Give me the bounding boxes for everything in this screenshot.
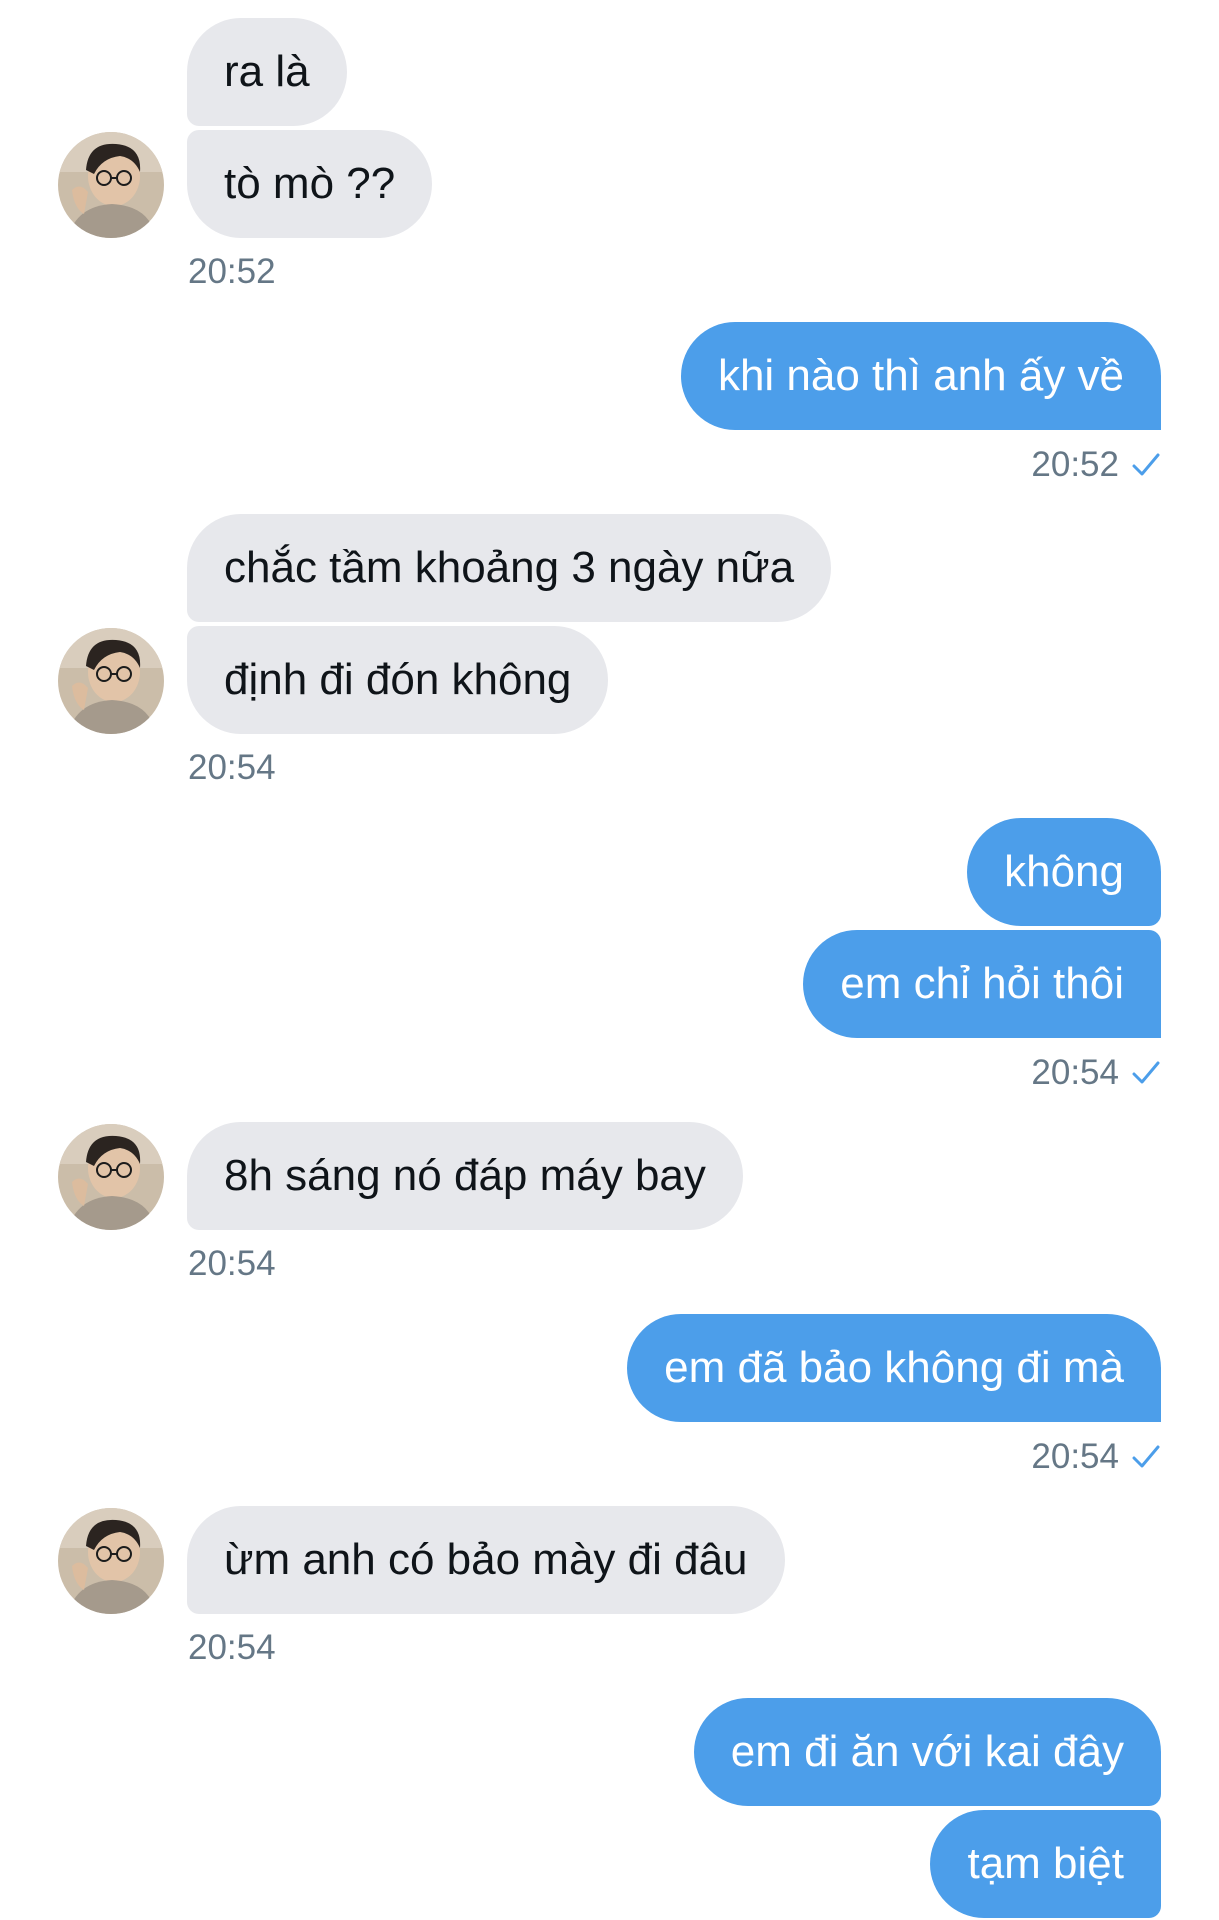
contact-avatar[interactable] bbox=[58, 628, 164, 734]
message-timestamp: 20:54 bbox=[188, 1628, 276, 1667]
message-timestamp: 20:52 bbox=[1031, 445, 1161, 485]
contact-avatar[interactable] bbox=[58, 1124, 164, 1230]
incoming-message[interactable]: chắc tầm khoảng 3 ngày nữa bbox=[187, 514, 832, 622]
check-icon bbox=[1131, 452, 1161, 478]
outgoing-message[interactable]: em đã bảo không đi mà bbox=[627, 1314, 1161, 1422]
message-timestamp: 20:54 bbox=[188, 748, 276, 787]
incoming-message[interactable]: ra là bbox=[187, 18, 347, 126]
timestamp-label: 20:52 bbox=[1031, 445, 1119, 484]
incoming-message[interactable]: tò mò ?? bbox=[187, 130, 433, 238]
contact-avatar[interactable] bbox=[58, 132, 164, 238]
outgoing-message[interactable]: khi nào thì anh ấy về bbox=[680, 322, 1161, 430]
message-timestamp: 20:52 bbox=[188, 252, 276, 291]
incoming-message[interactable]: ừm anh có bảo mày đi đâu bbox=[187, 1506, 785, 1614]
message-timestamp: 20:54 bbox=[1031, 1053, 1161, 1093]
contact-avatar[interactable] bbox=[58, 1508, 164, 1614]
outgoing-message[interactable]: tạm biệt bbox=[930, 1810, 1161, 1918]
outgoing-message[interactable]: em chỉ hỏi thôi bbox=[803, 930, 1161, 1038]
message-timestamp: 20:54 bbox=[1031, 1437, 1161, 1477]
outgoing-message[interactable]: không bbox=[967, 818, 1161, 926]
incoming-message[interactable]: 8h sáng nó đáp máy bay bbox=[187, 1122, 743, 1230]
incoming-message[interactable]: định đi đón không bbox=[187, 626, 609, 734]
outgoing-message[interactable]: em đi ăn với kai đây bbox=[693, 1698, 1161, 1806]
timestamp-label: 20:54 bbox=[1031, 1053, 1119, 1092]
message-timestamp: 20:54 bbox=[188, 1244, 276, 1283]
check-icon bbox=[1131, 1060, 1161, 1086]
check-icon bbox=[1131, 1444, 1161, 1470]
timestamp-label: 20:54 bbox=[1031, 1437, 1119, 1476]
